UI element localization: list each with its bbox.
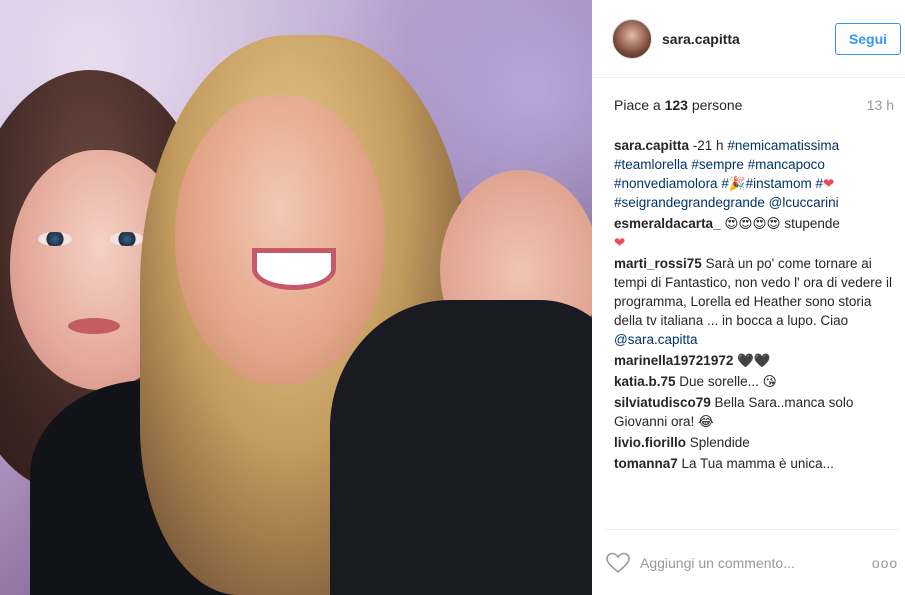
- hashtag[interactable]: #nemicamatissima: [727, 138, 839, 153]
- photo-smile: [252, 248, 336, 290]
- post-header: sara.capitta Segui: [592, 0, 905, 78]
- comment-username[interactable]: esmeraldacarta_: [614, 216, 721, 231]
- comment-text: La Tua mamma è unica...: [677, 456, 834, 471]
- heart-outline-icon[interactable]: [606, 551, 630, 575]
- comment-text: Splendide: [686, 435, 750, 450]
- post-side-panel: sara.capitta Segui Piace a 123 persone 1…: [592, 0, 905, 595]
- comment-input[interactable]: [640, 554, 871, 571]
- post-photo[interactable]: [0, 0, 592, 595]
- comment-username[interactable]: silviatudisco79: [614, 395, 711, 410]
- hashtag[interactable]: #mancapoco: [748, 157, 825, 172]
- comment-username[interactable]: marinella19721972: [614, 353, 733, 368]
- likes-row: Piace a 123 persone 13 h: [614, 97, 894, 113]
- caption: sara.capitta -21 h #nemicamatissima #tea…: [614, 136, 893, 212]
- comment: marti_rossi75 Sarà un po' come tornare a…: [614, 254, 893, 349]
- hashtag[interactable]: #sempre: [691, 157, 744, 172]
- hashtag[interactable]: #seigrandegrandegrande: [614, 195, 765, 210]
- comment-username[interactable]: tomanna7: [614, 456, 678, 471]
- hashtag[interactable]: #nonvediamolora: [614, 176, 718, 191]
- photo-face-right: [175, 95, 385, 385]
- photo-eye: [110, 232, 144, 246]
- comment-footer: ooo: [606, 529, 899, 595]
- comments-list: sara.capitta -21 h #nemicamatissima #tea…: [614, 136, 893, 475]
- mention[interactable]: @lcuccarini: [769, 195, 839, 210]
- follow-button[interactable]: Segui: [835, 22, 901, 55]
- heart-emoji: ❤: [614, 235, 626, 250]
- comment-username[interactable]: sara.capitta: [614, 138, 689, 153]
- mention[interactable]: @sara.capitta: [614, 332, 698, 347]
- more-icon[interactable]: ooo: [871, 551, 899, 575]
- hashtag[interactable]: #: [815, 176, 823, 191]
- post-timestamp[interactable]: 13 h: [867, 97, 894, 113]
- comment: esmeraldacarta_ 😍😍😍😍 stupende ❤: [614, 214, 893, 252]
- avatar[interactable]: [612, 18, 652, 59]
- likes-count[interactable]: Piace a 123 persone: [614, 97, 742, 113]
- comment-username[interactable]: katia.b.75: [614, 374, 676, 389]
- comment-text: Due sorelle... 😘: [675, 374, 777, 389]
- post-username[interactable]: sara.capitta: [662, 31, 835, 47]
- comment-username[interactable]: livio.fiorillo: [614, 435, 686, 450]
- hashtag[interactable]: #teamlorella: [614, 157, 688, 172]
- photo-lips: [68, 318, 120, 334]
- comment-username[interactable]: marti_rossi75: [614, 256, 702, 271]
- post-modal: sara.capitta Segui Piace a 123 persone 1…: [0, 0, 905, 595]
- hashtag[interactable]: #instamom: [746, 176, 812, 191]
- heart-emoji: ❤: [822, 176, 835, 191]
- comment-text: 🖤🖤: [733, 353, 771, 368]
- comment: silviatudisco79 Bella Sara..manca solo G…: [614, 393, 893, 431]
- comment: livio.fiorillo Splendide: [614, 433, 893, 452]
- photo-dress-right: [330, 300, 592, 595]
- photo-eye: [38, 232, 72, 246]
- comment: katia.b.75 Due sorelle... 😘: [614, 372, 893, 391]
- comment: marinella19721972 🖤🖤: [614, 351, 893, 370]
- party-emoji: 🎉: [728, 176, 746, 191]
- caption-text: -21 h: [689, 138, 728, 153]
- comment-text: 😍😍😍😍 stupende: [720, 216, 840, 231]
- comment: tomanna7 La Tua mamma è unica...: [614, 454, 893, 473]
- hashtag[interactable]: #: [721, 176, 729, 191]
